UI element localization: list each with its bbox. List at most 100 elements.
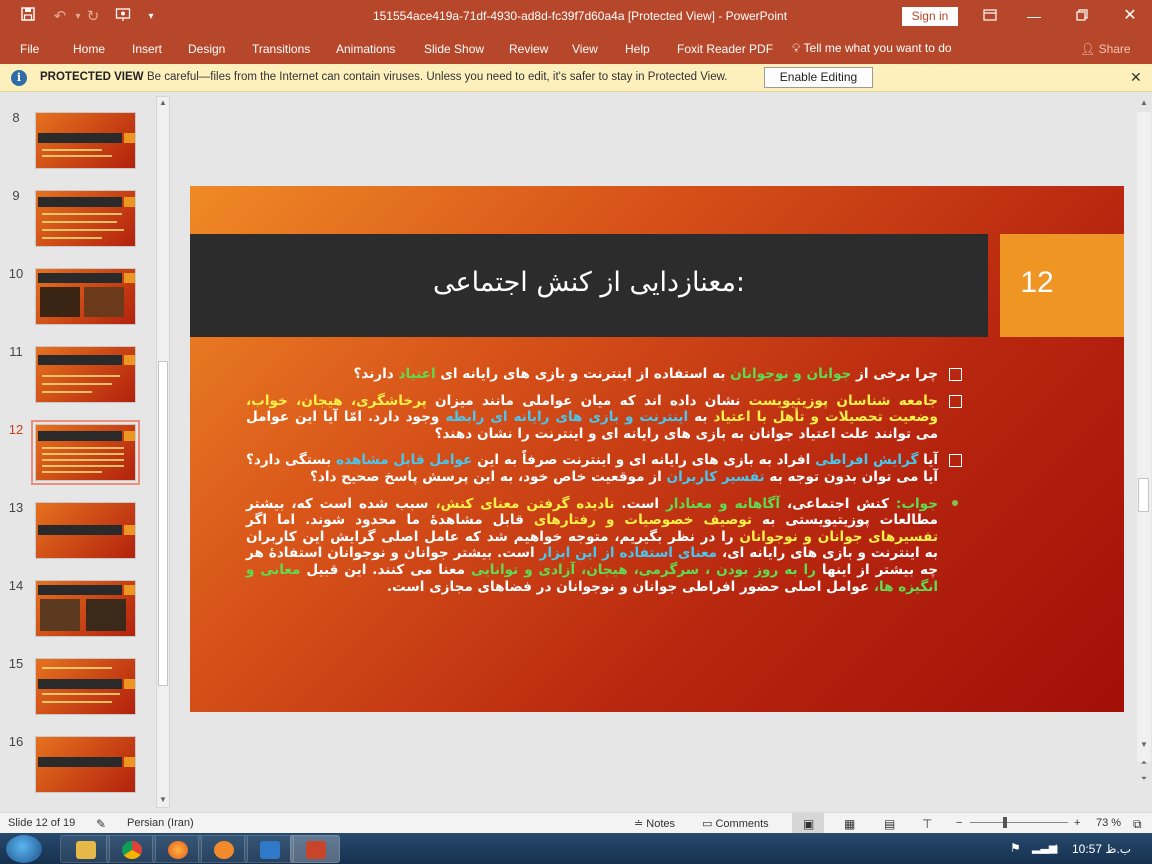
tab-design[interactable]: Design [188,42,225,56]
scroll-down-icon[interactable]: ▼ [1138,740,1150,749]
notes-button[interactable]: ≐ Notes [634,817,675,830]
close-bar-icon[interactable]: ✕ [1130,69,1142,86]
text-run: به [688,409,714,426]
slide-editing-area: معنازدایی از کنش اجتماعی: 12 چرا برخی از… [174,92,1136,812]
save-icon[interactable] [18,7,38,27]
tell-me-label: Tell me what you want to do [803,41,952,55]
slide-thumbnail-pane: 8 9 10 11 12 13 14 15 16 ▲ ▼ [0,92,174,812]
bullet-question-1: چرا برخی از جوانان و نوجوانان به استفاده… [246,366,962,383]
tab-animations[interactable]: Animations [336,42,395,56]
taskbar-explorer[interactable] [60,835,110,863]
slide-thumbnail-11[interactable] [35,346,136,403]
text-run: عوامل اصلی حضور افراطی جوانان و نوجوانان… [386,578,874,595]
reading-view-icon[interactable]: ▤ [884,817,895,831]
text-run: افراد به بازی های رایانه ای و اینترنت صر… [472,452,816,469]
slide-title[interactable]: معنازدایی از کنش اجتماعی: [190,267,988,298]
scroll-down-icon[interactable]: ▼ [157,795,169,804]
slide-thumbnail-10[interactable] [35,268,136,325]
protected-view-message: Be careful—files from the Internet can c… [147,71,728,83]
fit-to-window-icon[interactable]: ⧉ [1133,817,1142,832]
thumbnail-scrollbar[interactable]: ▲ ▼ [156,96,170,808]
slide-sorter-icon[interactable]: ▦ [844,817,855,831]
zoom-in-icon[interactable]: + [1074,817,1080,829]
info-icon: i [11,70,27,86]
notes-icon: ≐ [634,818,644,830]
undo-icon[interactable]: ↶ [50,7,70,27]
present-from-beginning-icon[interactable] [113,7,133,27]
tab-home[interactable]: Home [73,42,105,56]
taskbar-app-5[interactable] [244,835,294,863]
slide-thumbnail-14[interactable] [35,580,136,637]
share-button[interactable]: 👤︎ Share [1080,42,1131,56]
scroll-up-icon[interactable]: ▲ [1138,98,1150,107]
comments-label: Comments [715,818,769,830]
scroll-thumb[interactable] [158,361,168,686]
zoom-out-icon[interactable]: − [956,817,962,829]
scroll-track[interactable] [1137,112,1151,762]
tab-slide-show[interactable]: Slide Show [424,42,484,56]
slide-show-icon[interactable]: ⊤ [922,817,932,831]
ribbon-display-options-icon[interactable] [978,5,1002,27]
text-run-green: جواب: [895,495,938,512]
enable-editing-button[interactable]: Enable Editing [764,67,873,88]
zoom-level[interactable]: 73 % [1096,817,1121,829]
comments-button[interactable]: ▭ Comments [702,817,769,830]
slide-thumbnail-16[interactable] [35,736,136,793]
text-run: نشان داده اند که میان عواملی مانند میزان [426,392,749,409]
checkbox-bullet-icon [949,394,962,408]
text-run: از موقعیت خاص خود، به این پرسش پاسخ صحیح… [309,468,667,485]
zoom-slider-track[interactable] [970,822,1068,823]
previous-slide-icon[interactable]: ⏶ [1138,758,1150,768]
volume-icon[interactable]: 🔈︎ [1053,840,1060,855]
tab-view[interactable]: View [572,42,598,56]
zoom-slider-handle[interactable] [1003,817,1007,828]
flag-icon[interactable]: ⚑ [1010,841,1021,855]
clock[interactable]: 10:57 ب.ظ [1072,842,1131,856]
thumb-number: 8 [12,110,20,125]
ribbon-tabs: File Home Insert Design Transitions Anim… [0,34,1152,64]
restore-icon[interactable] [1070,5,1094,27]
text-run-green: اعتیاد [398,366,436,382]
powerpoint-icon [306,841,326,859]
redo-icon[interactable]: ↻ [83,7,103,27]
minimize-icon[interactable]: — [1022,5,1046,27]
slide-thumbnail-12[interactable] [31,420,140,485]
title-bar: ↶ ▾ ↻ ▾ 151554ace419a-71df-4930-ad8d-fc3… [0,0,1152,34]
customize-toolbar-icon[interactable]: ▾ [141,7,161,27]
start-button-icon[interactable] [6,835,42,863]
slide-scrollbar[interactable]: ▲ ▼ ⏶ ⏷ [1136,92,1152,812]
comment-icon: ▭ [702,818,713,830]
spelling-check-icon[interactable]: ✎ [96,817,106,831]
tab-foxit-reader-pdf[interactable]: Foxit Reader PDF [677,42,773,56]
tell-me-search[interactable]: 💡︎ Tell me what you want to do [792,41,952,56]
slide-thumbnail-9[interactable] [35,190,136,247]
sign-in-button[interactable]: Sign in [902,7,958,26]
scroll-up-icon[interactable]: ▲ [157,98,169,107]
folder-icon [76,841,96,859]
tab-insert[interactable]: Insert [132,42,162,56]
bullet-positivist: جامعه شناسان پوزیتیویست نشان داده اند که… [246,393,962,443]
text-run: قابل مشاهدۀ ما محدود شوند. اما اگر [246,512,534,529]
status-bar: Slide 12 of 19 ✎ Persian (Iran) ≐ Notes … [0,812,1152,833]
taskbar-firefox[interactable] [152,835,202,863]
tab-review[interactable]: Review [509,42,548,56]
language-indicator[interactable]: Persian (Iran) [127,817,194,829]
slide-canvas[interactable]: معنازدایی از کنش اجتماعی: 12 چرا برخی از… [190,186,1124,712]
windows-taskbar: ⚑ ▂▃▅ 🔈︎ 10:57 ب.ظ [0,833,1152,864]
tab-transitions[interactable]: Transitions [252,42,310,56]
text-run-yellow: توصیف خصوصیات و رفتارهای [533,512,753,529]
taskbar-chrome[interactable] [106,835,156,863]
close-icon[interactable]: ✕ [1118,5,1142,27]
taskbar-powerpoint[interactable] [290,835,340,863]
taskbar-app-4[interactable] [198,835,248,863]
slide-thumbnail-8[interactable] [35,112,136,169]
slide-thumbnail-15[interactable] [35,658,136,715]
tab-file[interactable]: File [20,42,39,56]
slide-thumbnail-13[interactable] [35,502,136,559]
tab-help[interactable]: Help [625,42,650,56]
scroll-thumb[interactable] [1138,478,1149,512]
next-slide-icon[interactable]: ⏷ [1138,774,1150,784]
chrome-icon [122,841,142,859]
slide-body-text[interactable]: چرا برخی از جوانان و نوجوانان به استفاده… [246,366,962,605]
text-run: چرا برخی از [851,366,938,382]
